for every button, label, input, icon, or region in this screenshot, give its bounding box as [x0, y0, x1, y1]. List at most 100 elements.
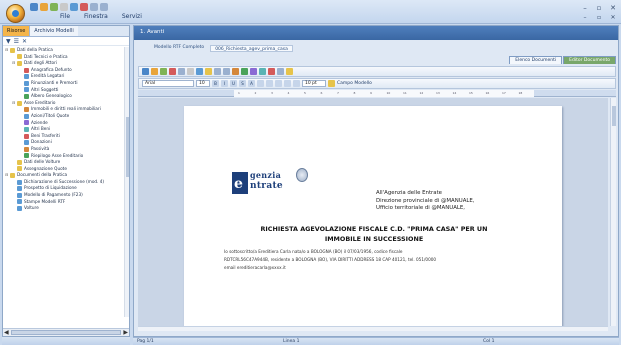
print-icon[interactable]	[80, 3, 88, 11]
zoom-icon[interactable]	[277, 68, 284, 75]
document-page[interactable]: e genzia ntrate All'Agenzia delle Entrat…	[184, 106, 562, 326]
save-icon[interactable]	[142, 68, 149, 75]
tree-item[interactable]: Dichiarazione di Successione (mod. 4)	[5, 179, 127, 186]
tree-item[interactable]: Altri Soggetti	[5, 87, 127, 94]
tab-editor-documento[interactable]: Editor Documento	[563, 56, 616, 64]
insert-field-icon[interactable]	[328, 80, 335, 87]
bold-button[interactable]: B	[212, 80, 219, 87]
print-icon[interactable]	[169, 68, 176, 75]
tree-item[interactable]: Dati Tecnici e Pratica	[5, 54, 127, 61]
help-icon[interactable]	[286, 68, 293, 75]
find-icon[interactable]	[232, 68, 239, 75]
align-right-icon[interactable]	[275, 80, 282, 87]
expand-toggle-icon[interactable]: ⊟	[5, 172, 9, 179]
scroll-thumb[interactable]	[126, 117, 129, 177]
left-horizontal-scrollbar[interactable]: ◀ ▶	[3, 328, 129, 336]
tree-item[interactable]: Albero Genealogico	[5, 93, 127, 100]
tab-risorse[interactable]: Risorse	[3, 26, 30, 36]
tree-item[interactable]: Passività	[5, 146, 127, 153]
undo-icon[interactable]	[90, 3, 98, 11]
undo-icon[interactable]	[214, 68, 221, 75]
tree-item[interactable]: Dati delle Volture	[5, 159, 127, 166]
paste-icon[interactable]	[205, 68, 212, 75]
open-folder-icon[interactable]	[40, 3, 48, 11]
tree-item[interactable]: Immobili e diritti reali immobiliari	[5, 106, 127, 113]
link-icon[interactable]	[259, 68, 266, 75]
font-size-select[interactable]: 10	[196, 80, 210, 87]
tree-item[interactable]: Donazioni	[5, 139, 127, 146]
menu-file[interactable]: File	[60, 13, 70, 20]
tree-item[interactable]: Aziende	[5, 120, 127, 127]
office-orb-button[interactable]	[6, 4, 25, 23]
underline-button[interactable]: U	[230, 80, 237, 87]
strike-button[interactable]: S	[239, 80, 246, 87]
redo-icon[interactable]	[223, 68, 230, 75]
cut-icon[interactable]	[60, 3, 68, 11]
italic-button[interactable]: I	[221, 80, 228, 87]
justify-icon[interactable]	[284, 80, 291, 87]
doc-restore-icon[interactable]: ▫	[595, 14, 603, 21]
bullets-icon[interactable]	[293, 80, 300, 87]
document-horizontal-scrollbar[interactable]	[138, 326, 608, 331]
align-center-icon[interactable]	[266, 80, 273, 87]
body-line: Io sottoscritto/a Ereditiera Carla nata/…	[224, 249, 403, 254]
tree-item[interactable]: Azioni/Titoli Quote	[5, 113, 127, 120]
expand-toggle-icon[interactable]: ⊟	[12, 100, 16, 107]
font-select[interactable]: Arial	[142, 80, 194, 87]
new-icon[interactable]	[160, 68, 167, 75]
document-tabs: Elenco Documenti Editor Documento	[509, 56, 616, 64]
align-left-icon[interactable]	[257, 80, 264, 87]
tree-item[interactable]: Assegnazione Quote	[5, 166, 127, 173]
qat-dropdown-icon[interactable]	[100, 3, 108, 11]
new-document-icon[interactable]	[50, 3, 58, 11]
list-icon[interactable]: ☰	[14, 38, 19, 45]
tree-item[interactable]: Anagrafica Defunto	[5, 67, 127, 74]
copy-icon[interactable]	[196, 68, 203, 75]
spell-icon[interactable]	[268, 68, 275, 75]
filter-icon[interactable]: ▼	[6, 38, 11, 45]
tree-item[interactable]: Rinunzianti e Premorti	[5, 80, 127, 87]
cut-icon[interactable]	[187, 68, 194, 75]
document-vertical-scrollbar[interactable]	[610, 98, 616, 326]
table-icon[interactable]	[241, 68, 248, 75]
tree-item[interactable]: Eredità Legatari	[5, 73, 127, 80]
open-icon[interactable]	[151, 68, 158, 75]
scroll-thumb[interactable]	[11, 330, 121, 335]
minimize-icon[interactable]: –	[581, 4, 589, 12]
font-color-button[interactable]: A	[248, 80, 255, 87]
file-name-field[interactable]: 006_Richiesta_agev_prima_casa	[210, 45, 293, 52]
expand-toggle-icon[interactable]: ⊟	[12, 60, 16, 67]
close-icon[interactable]: ✕	[609, 4, 617, 12]
maximize-icon[interactable]: ▫	[595, 4, 603, 12]
expand-toggle-icon[interactable]: ⊟	[5, 47, 9, 54]
tree-item[interactable]: ⊟ Dati della Pratica	[5, 47, 127, 54]
tree-item[interactable]: Modello di Pagamento (F23)	[5, 192, 127, 199]
tab-archivio-modelli[interactable]: Archivio Modelli	[29, 26, 78, 36]
style-select[interactable]: 10 pt	[302, 80, 326, 87]
doc-minimize-icon[interactable]: –	[581, 14, 589, 21]
panel-close-icon[interactable]: ✕	[22, 38, 27, 45]
tree-item[interactable]: ⊟ Asse Ereditario	[5, 100, 127, 107]
menu-finestra[interactable]: Finestra	[84, 13, 108, 20]
campo-modello-button[interactable]: Campo Modello	[337, 81, 372, 86]
scroll-left-arrow-icon[interactable]: ◀	[4, 329, 9, 336]
document-canvas[interactable]: e genzia ntrate All'Agenzia delle Entrat…	[138, 98, 608, 326]
tree-item[interactable]: Beni Trasferiti	[5, 133, 127, 140]
tree-item[interactable]: Prospetto di Liquidazione	[5, 185, 127, 192]
save-icon[interactable]	[30, 3, 38, 11]
menu-servizi[interactable]: Servizi	[122, 13, 142, 20]
scroll-right-arrow-icon[interactable]: ▶	[123, 329, 128, 336]
tree-item[interactable]: Volture	[5, 205, 127, 212]
copy-icon[interactable]	[70, 3, 78, 11]
tree-item[interactable]: ⊟ Dati degli Attori	[5, 60, 127, 67]
preview-icon[interactable]	[178, 68, 185, 75]
tree-item[interactable]: Stampe Modelli RTF	[5, 199, 127, 206]
tab-elenco-documenti[interactable]: Elenco Documenti	[509, 56, 563, 64]
scroll-thumb[interactable]	[612, 106, 616, 126]
doc-close-icon[interactable]: ✕	[609, 14, 617, 21]
tree-item[interactable]: Altri Beni	[5, 126, 127, 133]
image-icon[interactable]	[250, 68, 257, 75]
tree-item[interactable]: ⊟ Documenti della Pratica	[5, 172, 127, 179]
tree-item[interactable]: Riepilogo Asse Ereditario	[5, 153, 127, 160]
left-vertical-scrollbar[interactable]	[124, 47, 129, 317]
